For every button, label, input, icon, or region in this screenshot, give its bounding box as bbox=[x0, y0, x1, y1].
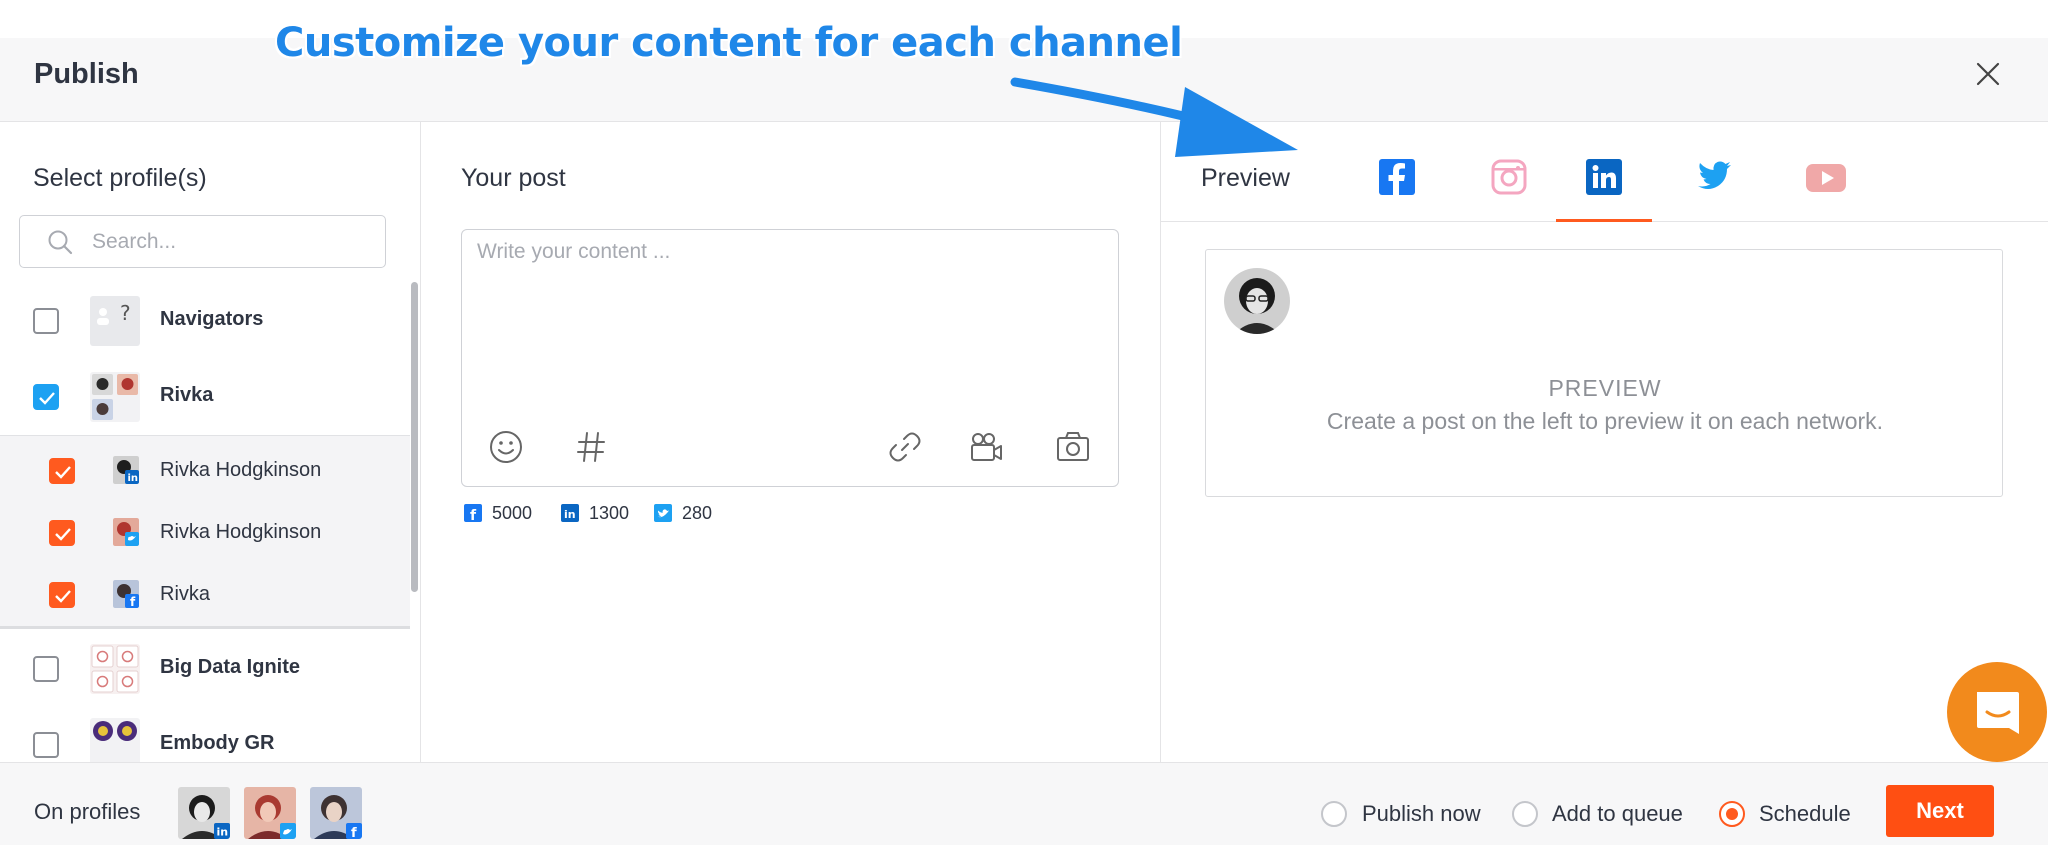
tab-twitter[interactable] bbox=[1666, 152, 1762, 222]
radio-publish-now[interactable] bbox=[1321, 801, 1347, 827]
linkedin-icon bbox=[1586, 159, 1622, 195]
svg-text:f: f bbox=[470, 508, 477, 522]
facebook-icon: f bbox=[464, 504, 482, 522]
sub-profile-label: Rivka bbox=[160, 583, 211, 605]
svg-text:in: in bbox=[128, 473, 139, 484]
your-post-title: Your post bbox=[461, 164, 566, 192]
group-avatar-navigators: ? bbox=[90, 296, 140, 346]
annotation-text: Customize your content for each channel bbox=[275, 20, 1183, 66]
youtube-icon bbox=[1806, 164, 1846, 192]
checkbox-sub-profile[interactable] bbox=[49, 458, 75, 484]
post-editor[interactable] bbox=[461, 229, 1119, 487]
radio-label-publish-now: Publish now bbox=[1362, 801, 1481, 826]
profile-selector-panel: Select profile(s) ? Navigators bbox=[0, 122, 421, 762]
preview-description: Create a post on the left to preview it … bbox=[1326, 408, 1884, 434]
checkbox-sub-profile[interactable] bbox=[49, 520, 75, 546]
post-content-input[interactable] bbox=[477, 240, 1097, 390]
scrollbar-thumb[interactable] bbox=[411, 282, 418, 592]
svg-text:f: f bbox=[351, 826, 357, 839]
annotation-arrow-icon bbox=[1010, 77, 1298, 157]
checkbox-big-data-ignite[interactable] bbox=[33, 656, 59, 682]
sub-profile-row[interactable]: f Rivka bbox=[0, 560, 410, 636]
preview-heading: PREVIEW bbox=[1548, 375, 1662, 401]
svg-text:in: in bbox=[564, 508, 576, 521]
footer-bar: On profiles in f Publish now Add to queu… bbox=[0, 762, 2048, 845]
search-box[interactable] bbox=[19, 215, 386, 268]
preview-title: Preview bbox=[1201, 164, 1290, 192]
avatar-twitter bbox=[244, 787, 296, 839]
search-icon bbox=[48, 230, 73, 255]
group-label-rivka: Rivka bbox=[160, 384, 214, 406]
checkbox-sub-profile[interactable] bbox=[49, 582, 75, 608]
group-label-embody-gr: Embody GR bbox=[160, 732, 275, 754]
instagram-icon bbox=[1491, 159, 1527, 195]
video-camera-icon[interactable] bbox=[967, 428, 1005, 466]
twitter-icon bbox=[654, 504, 672, 522]
tab-linkedin[interactable] bbox=[1556, 152, 1652, 222]
post-composer-panel: Your post f 5000 bbox=[421, 122, 1161, 762]
group-row-big-data-ignite[interactable]: Big Data Ignite bbox=[0, 630, 410, 706]
close-icon[interactable] bbox=[1972, 58, 2004, 90]
sub-profile-label: Rivka Hodgkinson bbox=[160, 521, 322, 543]
radio-schedule[interactable] bbox=[1719, 801, 1745, 827]
radio-label-schedule: Schedule bbox=[1759, 801, 1851, 826]
checkbox-navigators[interactable] bbox=[33, 308, 59, 334]
group-avatar-embody-gr bbox=[90, 718, 140, 762]
group-row-navigators[interactable]: ? Navigators bbox=[0, 282, 410, 358]
page-title: Publish bbox=[34, 58, 139, 90]
svg-text:?: ? bbox=[120, 301, 131, 325]
twitter-icon bbox=[1698, 161, 1731, 189]
avatar bbox=[1224, 268, 1290, 334]
group-avatar-big-data-ignite bbox=[90, 644, 140, 694]
avatar-linkedin: in bbox=[178, 787, 230, 839]
emoji-icon[interactable] bbox=[487, 428, 525, 466]
avatar-twitter bbox=[113, 518, 139, 546]
facebook-icon bbox=[1379, 159, 1415, 195]
next-button[interactable]: Next bbox=[1886, 785, 1994, 837]
avatar-linkedin: in bbox=[113, 456, 139, 484]
linkedin-icon: in bbox=[561, 504, 579, 522]
checkbox-rivka[interactable] bbox=[33, 384, 59, 410]
preview-card: PREVIEW Create a post on the left to pre… bbox=[1205, 249, 2003, 497]
chat-icon bbox=[1977, 692, 2019, 734]
radio-add-to-queue[interactable] bbox=[1512, 801, 1538, 827]
group-avatar-rivka bbox=[90, 372, 140, 422]
avatar-facebook: f bbox=[310, 787, 362, 839]
group-label-big-data-ignite: Big Data Ignite bbox=[160, 656, 301, 678]
svg-text:in: in bbox=[217, 826, 229, 839]
radio-label-add-to-queue: Add to queue bbox=[1552, 801, 1683, 826]
camera-icon[interactable] bbox=[1054, 428, 1092, 466]
tab-facebook[interactable] bbox=[1349, 152, 1445, 222]
select-profiles-title: Select profile(s) bbox=[33, 164, 207, 192]
avatar-facebook: f bbox=[113, 580, 139, 608]
chat-button[interactable] bbox=[1947, 662, 2047, 762]
svg-text:f: f bbox=[130, 595, 136, 608]
on-profiles-label: On profiles bbox=[34, 799, 141, 824]
tab-instagram[interactable] bbox=[1461, 152, 1557, 222]
group-row-rivka[interactable]: Rivka bbox=[0, 358, 410, 434]
group-row-embody-gr[interactable]: Embody GR bbox=[0, 706, 410, 762]
search-input[interactable] bbox=[92, 228, 372, 256]
hashtag-icon[interactable] bbox=[572, 428, 610, 466]
preview-panel: Preview PREVIEW Create a post on the lef… bbox=[1161, 122, 2048, 762]
sub-profile-label: Rivka Hodgkinson bbox=[160, 459, 322, 481]
link-icon[interactable] bbox=[886, 428, 924, 466]
tab-youtube[interactable] bbox=[1776, 152, 1872, 222]
checkbox-embody-gr[interactable] bbox=[33, 732, 59, 758]
sub-profiles-panel: in Rivka Hodgkinson Rivka Hodgkinson f R… bbox=[0, 435, 410, 629]
group-label-navigators: Navigators bbox=[160, 308, 264, 330]
